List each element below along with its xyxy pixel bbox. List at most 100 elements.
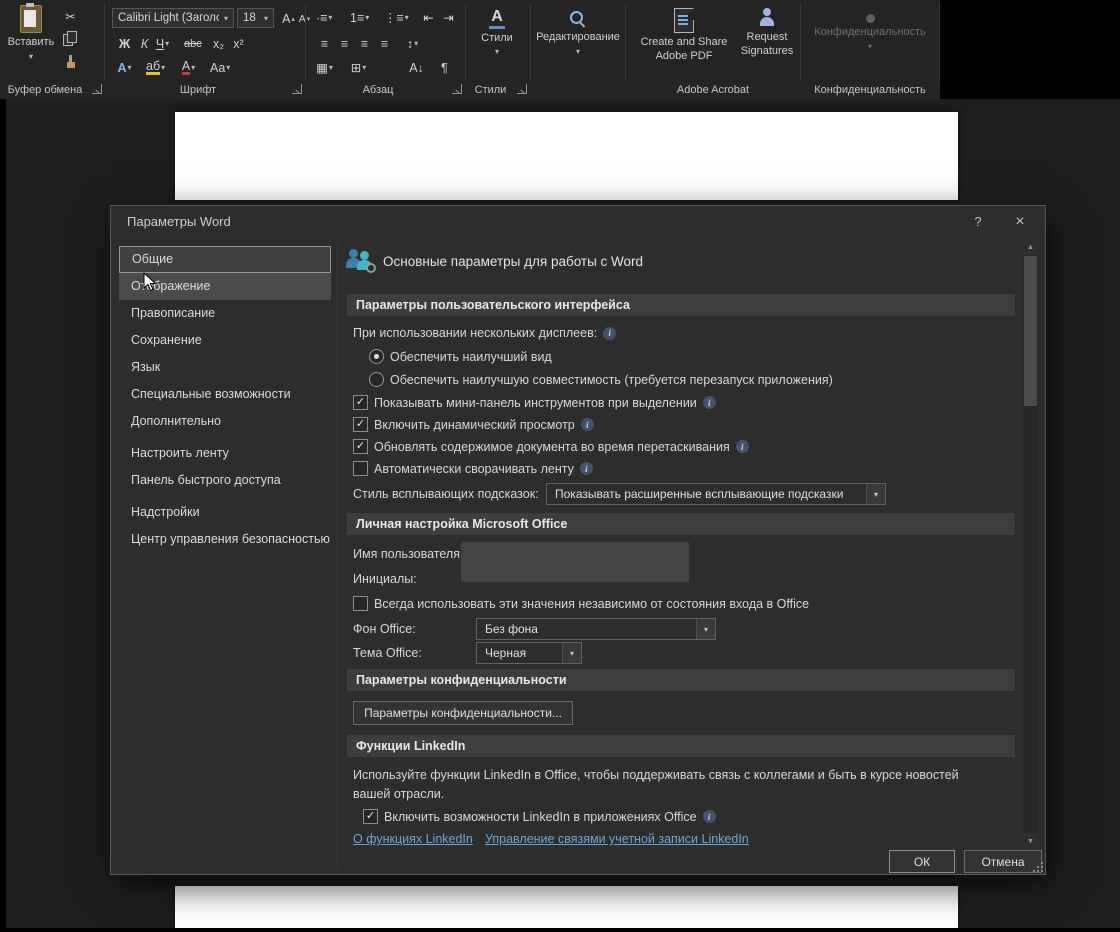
line-spacing-icon: ↕ [406,36,414,51]
paste-button[interactable]: Вставить ▾ [6,3,56,61]
live-preview-row: ✓ Включить динамический просмотр [353,417,594,432]
bullets-button[interactable]: ∙≡ ▾ [314,8,335,27]
sidebar-item-save[interactable]: Сохранение [119,327,331,354]
live-preview-label: Включить динамический просмотр [374,417,575,432]
checkbox-always-use-values[interactable] [353,596,368,611]
ribbon-group-paragraph: ∙≡ ▾ 1≡ ▾ ⋮≡ ▾ ⇤ ⇥ ≡ ≡ ≡ ≡ ↕ ▾ ▦ ▾ ⊞ ▾ А↓ ¶ Аб… [306,0,464,99]
numbering-button[interactable]: 1≡ ▾ [348,8,371,27]
close-button[interactable]: × [1003,209,1037,234]
confidentiality-button[interactable]: Конфиденциальность ▾ [811,8,929,51]
sidebar-item-general[interactable]: Общие [119,246,331,273]
tooltip-style-select[interactable]: Показывать расширенные всплывающие подск… [546,483,886,505]
chevron-down-icon: ▾ [263,13,268,23]
align-center-button[interactable]: ≡ [334,34,355,53]
cut-button[interactable]: ✂ [60,7,81,26]
sidebar-item-addins[interactable]: Надстройки [119,499,331,526]
checkbox-linkedin[interactable]: ✓ [363,809,378,824]
line-spacing-button[interactable]: ↕ ▾ [402,34,423,53]
sidebar-item-trust-center[interactable]: Центр управления безопасностью [119,526,331,553]
ribbon-group-font: Calibri Light (Заголов ▾ 18 ▾ А ▴ А ▾ Ж К … [106,0,310,99]
strikethrough-button[interactable]: abc [182,34,204,53]
scroll-down-button[interactable]: ▼ [1023,833,1038,849]
checkbox-collapse-ribbon[interactable] [353,461,368,476]
resize-grip[interactable] [1033,862,1043,872]
show-marks-button[interactable]: ¶ [434,58,455,77]
text-effects-button[interactable]: А ▾ [114,58,135,77]
cancel-button[interactable]: Отмена [964,850,1042,873]
scroll-up-button[interactable]: ▲ [1023,239,1038,255]
checkbox-minitoolbar[interactable]: ✓ [353,395,368,410]
align-right-icon: ≡ [360,36,369,51]
request-signatures-button[interactable]: Request Signatures [738,8,796,59]
shading-button[interactable]: ▦ ▾ [314,58,335,77]
dialog-launcher-icon[interactable] [92,84,102,94]
people-icon-part [360,251,369,260]
scrollbar[interactable]: ▲ ▼ [1023,239,1038,849]
increase-indent-button[interactable]: ⇥ [438,8,459,27]
section-privacy: Параметры конфиденциальности [347,669,1015,691]
linkedin-description: Используйте функции LinkedIn в Office, ч… [353,768,959,802]
format-painter-icon [63,55,77,69]
options-sidebar: Общие Отображение Правописание Сохранени… [119,246,331,553]
styles-icon: А [489,8,505,29]
chevron-down-icon: ▾ [365,12,370,22]
check-icon: ✓ [355,396,366,408]
copy-button[interactable] [63,31,77,50]
scrollbar-thumb[interactable] [1024,256,1037,406]
privacy-settings-button[interactable]: Параметры конфиденциальности... [353,701,573,725]
radio-compatibility[interactable] [369,372,384,387]
chevron-down-icon: ▾ [562,643,581,663]
font-size-combo[interactable]: 18 ▾ [237,8,274,28]
align-right-button[interactable]: ≡ [354,34,375,53]
sidebar-item-proofing[interactable]: Правописание [119,300,331,327]
sidebar-item-accessibility[interactable]: Специальные возможности [119,381,331,408]
align-left-button[interactable]: ≡ [314,34,335,53]
subscript-button[interactable]: x₂ [208,34,229,53]
chevron-down-icon: ▾ [696,619,715,639]
text-effects-icon: А [117,60,127,75]
ribbon-group-styles: А Стили ▾ Стили [466,0,529,99]
superscript-button[interactable]: x² [228,34,249,53]
multilevel-list-button[interactable]: ⋮≡ ▾ [382,8,411,27]
office-theme-select[interactable]: Черная ▾ [476,642,582,664]
bold-button[interactable]: Ж [114,34,135,53]
sidebar-item-customize-ribbon[interactable]: Настроить ленту [119,440,331,467]
decrease-indent-button[interactable]: ⇤ [418,8,439,27]
dialog-launcher-icon[interactable] [517,84,527,94]
linkedin-about-link[interactable]: О функциях LinkedIn [353,832,473,846]
subscript-icon: x₂ [212,36,225,51]
font-name-combo[interactable]: Calibri Light (Заголов ▾ [112,8,234,28]
font-color-button[interactable]: А ▾ [178,58,199,77]
radio-best-look[interactable] [369,349,384,364]
dialog-launcher-icon[interactable] [452,84,462,94]
office-background-select[interactable]: Без фона ▾ [476,618,716,640]
confidentiality-icon [865,14,875,23]
info-icon [603,326,617,340]
help-button[interactable]: ? [961,209,995,234]
ribbon-group-clipboard: Вставить ▾ ✂ Буфер обмена [0,0,104,99]
highlight-color-button[interactable]: аб ▾ [144,58,167,77]
sidebar-item-quick-access-toolbar[interactable]: Панель быстрого доступа [119,467,331,494]
styles-button[interactable]: А Стили ▾ [472,8,522,56]
create-pdf-button[interactable]: Create and Share Adobe PDF [632,8,736,64]
sort-button[interactable]: А↓ [406,58,427,77]
ok-label: ОК [913,854,931,869]
checkbox-drag-update[interactable]: ✓ [353,439,368,454]
change-case-button[interactable]: Aa ▾ [208,58,232,77]
sidebar-item-advanced[interactable]: Дополнительно [119,408,331,435]
linkedin-manage-link[interactable]: Управление связями учетной записи Linked… [485,832,749,846]
sidebar-item-language[interactable]: Язык [119,354,331,381]
dialog-launcher-icon[interactable] [292,84,302,94]
align-left-icon: ≡ [320,36,329,51]
align-justify-button[interactable]: ≡ [374,34,395,53]
editing-button[interactable]: Редактирование ▾ [536,10,620,56]
chevron-down-icon: ▾ [404,12,409,22]
underline-button[interactable]: Ч ▾ [152,34,173,53]
radio-compat-label: Обеспечить наилучшую совместимость (треб… [390,372,833,387]
styles-label: Стили [481,31,513,44]
format-painter-button[interactable] [63,55,77,74]
borders-button[interactable]: ⊞ ▾ [348,58,369,77]
section-ui-options: Параметры пользовательского интерфейса [347,294,1015,316]
ok-button[interactable]: ОК [889,850,955,873]
checkbox-live-preview[interactable]: ✓ [353,417,368,432]
